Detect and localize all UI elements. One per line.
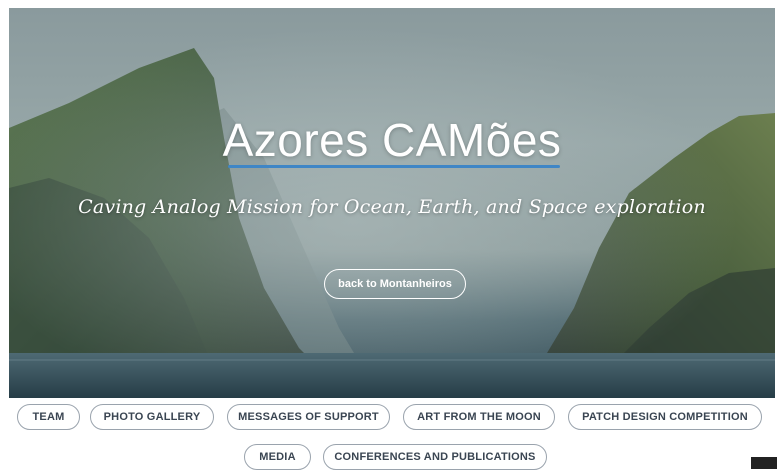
section-nav: TEAM PHOTO GALLERY MESSAGES OF SUPPORT A… <box>0 404 777 470</box>
hero-banner: Azores CAMões Caving Analog Mission for … <box>9 8 775 398</box>
title-underline <box>228 165 560 168</box>
nav-conferences-and-publications-button[interactable]: CONFERENCES AND PUBLICATIONS <box>323 444 547 470</box>
page-subtitle: Caving Analog Mission for Ocean, Earth, … <box>78 196 706 218</box>
nav-patch-design-competition-button[interactable]: PATCH DESIGN COMPETITION <box>568 404 762 430</box>
corner-widget <box>751 457 777 469</box>
nav-team-button[interactable]: TEAM <box>17 404 80 430</box>
back-to-montanheiros-button[interactable]: back to Montanheiros <box>324 269 466 299</box>
page-title: Azores CAMões <box>222 114 562 166</box>
nav-messages-of-support-button[interactable]: MESSAGES OF SUPPORT <box>227 404 390 430</box>
nav-photo-gallery-button[interactable]: PHOTO GALLERY <box>90 404 214 430</box>
nav-art-from-the-moon-button[interactable]: ART FROM THE MOON <box>403 404 555 430</box>
nav-media-button[interactable]: MEDIA <box>244 444 311 470</box>
